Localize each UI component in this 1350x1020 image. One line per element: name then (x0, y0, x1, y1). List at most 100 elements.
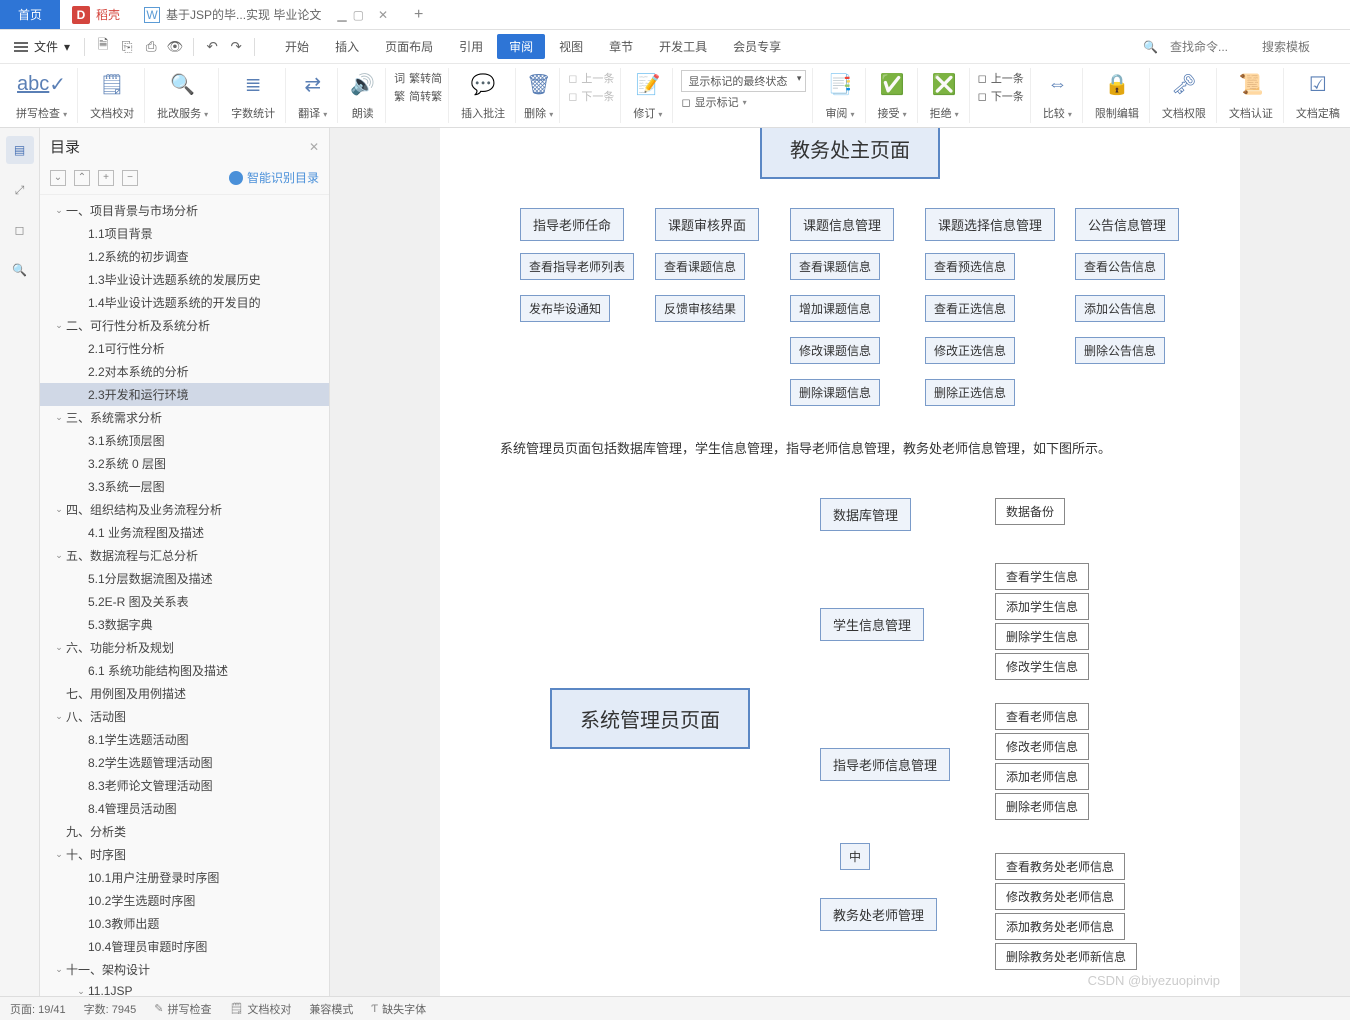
tab-document[interactable]: W 基于JSP的毕...实现 毕业论文 ▁ ▢ ✕ (132, 0, 400, 29)
window-restore-icon[interactable]: ▢ (353, 8, 364, 22)
outline-item[interactable]: 1.1项目背景 (40, 222, 329, 245)
prev-comment[interactable]: ◻上一条 (568, 70, 614, 86)
menu-insert[interactable]: 插入 (323, 34, 371, 59)
rb-spellcheck[interactable]: abc✓拼写检查 ▾ (6, 68, 78, 123)
rb-translate[interactable]: ⇄翻译 ▾ (288, 68, 338, 123)
outline-item[interactable]: 3.1系统顶层图 (40, 429, 329, 452)
outline-item[interactable]: 10.2学生选题时序图 (40, 889, 329, 912)
status-words[interactable]: 字数: 7945 (84, 1001, 137, 1017)
menu-review[interactable]: 审阅 (497, 34, 545, 59)
outline-item[interactable]: 1.3毕业设计选题系统的发展历史 (40, 268, 329, 291)
qat-save-icon[interactable]: 🗎 (93, 37, 113, 57)
outline-item[interactable]: 九、分析类 (40, 820, 329, 843)
outline-item[interactable]: 6.1 系统功能结构图及描述 (40, 659, 329, 682)
outline-item[interactable]: 1.2系统的初步调查 (40, 245, 329, 268)
rb-batch[interactable]: 🔍批改服务 ▾ (147, 68, 219, 123)
prev-change[interactable]: ◻上一条 (978, 70, 1024, 86)
rb-reject[interactable]: ❎拒绝 ▾ (920, 68, 970, 123)
outline-item[interactable]: 2.2对本系统的分析 (40, 360, 329, 383)
rb-read[interactable]: 🔊朗读 (340, 68, 386, 123)
rb-docperm[interactable]: 🗝文档权限 (1152, 68, 1217, 123)
qat-redo-icon[interactable]: ↷ (226, 37, 246, 57)
rb-doclock[interactable]: ☑文档定稿 (1286, 68, 1350, 123)
rail-expand-icon[interactable]: ⤢ (6, 176, 34, 204)
markup-select[interactable]: 显示标记的最终状态 (681, 70, 806, 92)
rb-insert-comment[interactable]: 💬插入批注 (451, 68, 516, 123)
menu-reference[interactable]: 引用 (447, 34, 495, 59)
qat-preview-icon[interactable]: 👁 (165, 37, 185, 57)
outline-item[interactable]: ⌄三、系统需求分析 (40, 406, 329, 429)
window-min-icon[interactable]: ▁ (337, 8, 346, 22)
outline-item[interactable]: 10.1用户注册登录时序图 (40, 866, 329, 889)
outline-item[interactable]: 4.1 业务流程图及描述 (40, 521, 329, 544)
tab-daoke[interactable]: D 稻壳 (60, 0, 132, 29)
outline-item[interactable]: 8.3老师论文管理活动图 (40, 774, 329, 797)
outline-item[interactable]: ⌄11.1JSP (40, 981, 329, 996)
remove-icon[interactable]: − (122, 170, 138, 186)
outline-item[interactable]: 5.1分层数据流图及描述 (40, 567, 329, 590)
outline-item[interactable]: 5.3数据字典 (40, 613, 329, 636)
add-icon[interactable]: + (98, 170, 114, 186)
rb-compare[interactable]: ⇔比较 ▾ (1033, 68, 1083, 123)
outline-item[interactable]: ⌄二、可行性分析及系统分析 (40, 314, 329, 337)
command-search-input[interactable] (1170, 40, 1250, 54)
outline-item[interactable]: 2.1可行性分析 (40, 337, 329, 360)
outline-item[interactable]: ⌄五、数据流程与汇总分析 (40, 544, 329, 567)
rb-wordcount[interactable]: ≣字数统计 (221, 68, 286, 123)
outline-item[interactable]: 1.4毕业设计选题系统的开发目的 (40, 291, 329, 314)
rail-bookmark-icon[interactable]: ◻ (6, 216, 34, 244)
menu-start[interactable]: 开始 (273, 34, 321, 59)
menu-member[interactable]: 会员专享 (721, 34, 793, 59)
show-markup[interactable]: ◻显示标记 ▾ (681, 94, 806, 110)
menu-chapter[interactable]: 章节 (597, 34, 645, 59)
tab-close-icon[interactable]: ✕ (378, 8, 388, 22)
rb-accept[interactable]: ✅接受 ▾ (868, 68, 918, 123)
outline-item[interactable]: 5.2E-R 图及关系表 (40, 590, 329, 613)
menu-view[interactable]: 视图 (547, 34, 595, 59)
outline-item[interactable]: 8.4管理员活动图 (40, 797, 329, 820)
outline-close-icon[interactable]: ✕ (309, 140, 319, 154)
rb-doccert[interactable]: 📜文档认证 (1219, 68, 1284, 123)
smart-recognize[interactable]: 智能识别目录 (229, 169, 319, 186)
rail-search-icon[interactable]: 🔍 (6, 256, 34, 284)
status-proof[interactable]: 🗒文档校对 (229, 1001, 291, 1017)
outline-item[interactable]: 2.3开发和运行环境 (40, 383, 329, 406)
rb-docproof[interactable]: 🗒文档校对 (80, 68, 145, 123)
outline-item[interactable]: ⌄八、活动图 (40, 705, 329, 728)
outline-item[interactable]: 10.4管理员审题时序图 (40, 935, 329, 958)
menu-devtools[interactable]: 开发工具 (647, 34, 719, 59)
menu-layout[interactable]: 页面布局 (373, 34, 445, 59)
outline-item[interactable]: 8.2学生选题管理活动图 (40, 751, 329, 774)
qat-open-icon[interactable]: ⎘ (117, 37, 137, 57)
outline-item[interactable]: ⌄四、组织结构及业务流程分析 (40, 498, 329, 521)
outline-item[interactable]: 8.1学生选题活动图 (40, 728, 329, 751)
status-spell[interactable]: ✎拼写检查 (154, 1001, 211, 1017)
file-menu[interactable]: 文件 ▾ (8, 38, 76, 55)
next-comment[interactable]: ◻下一条 (568, 88, 614, 104)
collapse-all-icon[interactable]: ⌄ (50, 170, 66, 186)
status-missing-font[interactable]: Ƭ缺失字体 (371, 1001, 426, 1017)
rb-track[interactable]: 📝修订 ▾ (623, 68, 673, 123)
rb-delete-comment[interactable]: 🗑删除 ▾ (518, 68, 560, 123)
qat-undo-icon[interactable]: ↶ (202, 37, 222, 57)
outline-item[interactable]: 七、用例图及用例描述 (40, 682, 329, 705)
outline-item[interactable]: ⌄一、项目背景与市场分析 (40, 199, 329, 222)
qat-print-icon[interactable]: ⎙ (141, 37, 161, 57)
expand-all-icon[interactable]: ⌃ (74, 170, 90, 186)
outline-item[interactable]: ⌄六、功能分析及规划 (40, 636, 329, 659)
rail-outline-icon[interactable]: ▤ (6, 136, 34, 164)
rb-simpletrad[interactable]: 词繁转简 繁简转繁 (388, 68, 449, 123)
outline-item[interactable]: 3.2系统 0 层图 (40, 452, 329, 475)
tab-home[interactable]: 首页 (0, 0, 60, 29)
outline-item[interactable]: ⌄十一、架构设计 (40, 958, 329, 981)
status-page[interactable]: 页面: 19/41 (10, 1001, 66, 1017)
tab-new[interactable]: + (400, 0, 437, 29)
outline-item[interactable]: 10.3教师出题 (40, 912, 329, 935)
next-change[interactable]: ◻下一条 (978, 88, 1024, 104)
rb-restrict[interactable]: 🔒限制编辑 (1085, 68, 1150, 123)
outline-item[interactable]: 3.3系统一层图 (40, 475, 329, 498)
rb-review[interactable]: 📑审阅 ▾ (815, 68, 865, 123)
outline-item[interactable]: ⌄十、时序图 (40, 843, 329, 866)
template-search-input[interactable] (1262, 40, 1342, 54)
document-area[interactable]: 教务处主页面 指导老师任命课题审核界面课题信息管理课题选择信息管理公告信息管理 … (330, 128, 1350, 996)
